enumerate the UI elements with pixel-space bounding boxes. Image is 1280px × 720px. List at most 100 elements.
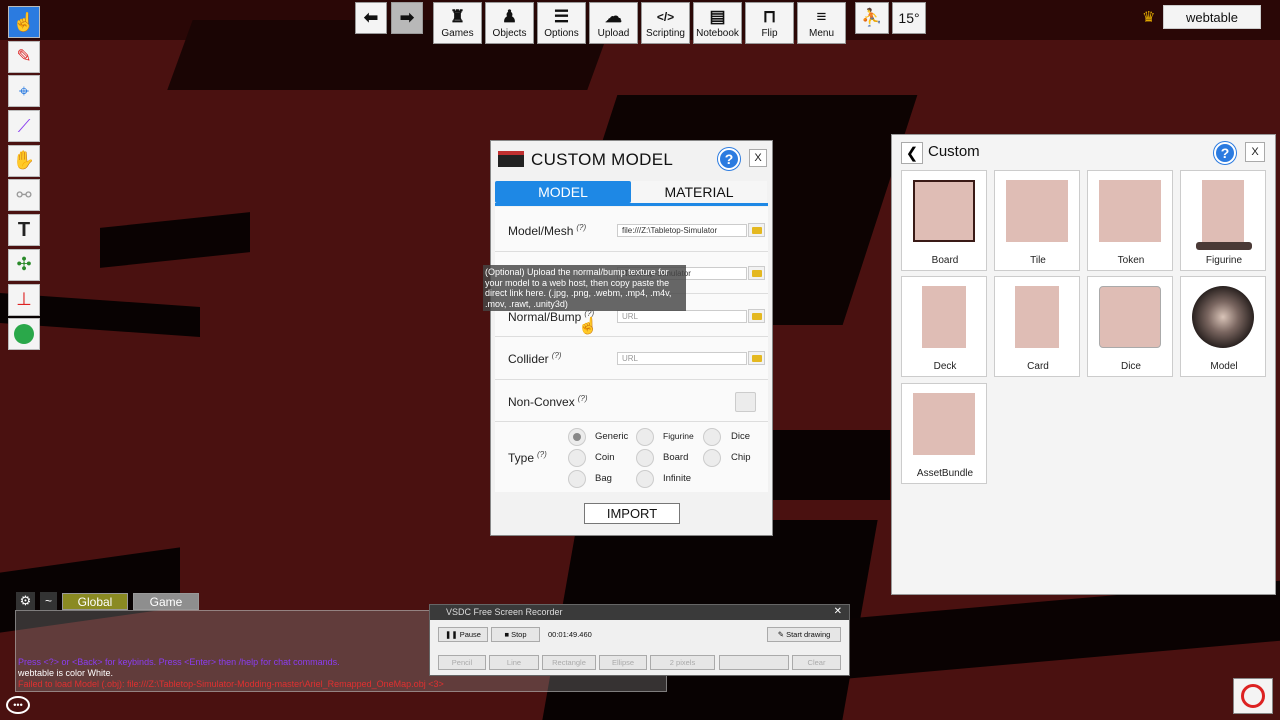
rectangle-tool[interactable]: Rectangle (542, 655, 596, 670)
import-button[interactable]: IMPORT (584, 503, 680, 524)
background-shadow (840, 580, 1280, 680)
type-hint[interactable]: (?) (537, 450, 547, 459)
custom-figurine-tile[interactable]: Figurine (1180, 170, 1266, 271)
custom-model-tile[interactable]: Model (1180, 276, 1266, 377)
chat-bubble-icon[interactable]: ••• (6, 696, 30, 714)
flip-button[interactable]: ⊓ Flip (745, 2, 794, 44)
non-convex-checkbox[interactable] (735, 392, 756, 412)
custom-board-tile[interactable]: Board (901, 170, 987, 271)
joint-icon[interactable]: ⚯ (8, 179, 40, 212)
custom-card-tile[interactable]: Card (994, 276, 1080, 377)
upload-button[interactable]: ☁ Upload (589, 2, 638, 44)
text-icon[interactable]: T (8, 214, 40, 247)
pointer-icon[interactable]: ☝ (8, 6, 40, 38)
start-drawing-button[interactable]: ✎ Start drawing (767, 627, 841, 642)
pause-button[interactable]: ❚❚ Pause (438, 627, 488, 642)
card-thumbnail (1015, 286, 1059, 348)
dialog-title: CUSTOM MODEL (531, 150, 674, 169)
custom-assetbundle-tile[interactable]: AssetBundle (901, 383, 987, 484)
radio-coin[interactable] (568, 449, 586, 467)
divider (495, 251, 768, 252)
folder-icon[interactable] (748, 351, 765, 365)
clear-button[interactable]: Clear (792, 655, 841, 670)
no-symbol-icon[interactable] (1233, 678, 1273, 714)
games-icon: ♜ (449, 7, 466, 26)
color-select[interactable] (719, 655, 789, 670)
chat-tab-global[interactable]: Global (62, 593, 128, 610)
snap-icon[interactable]: ⊥ (8, 283, 40, 316)
radio-label-generic: Generic (595, 431, 629, 442)
custom-token-tile[interactable]: Token (1087, 170, 1173, 271)
recorder-title: VSDC Free Screen Recorder (430, 605, 849, 620)
tab-underline (495, 203, 768, 206)
radio-infinite[interactable] (636, 470, 654, 488)
folder-icon[interactable] (748, 309, 765, 323)
background-shadow (100, 212, 250, 268)
ellipse-tool[interactable]: Ellipse (599, 655, 647, 670)
custom-tile-tile[interactable]: Tile (994, 170, 1080, 271)
line-tool[interactable]: Line (489, 655, 539, 670)
games-button[interactable]: ♜ Games (433, 2, 482, 44)
assetbundle-thumbnail (913, 393, 975, 455)
line-width-select[interactable]: 2 pixels (650, 655, 715, 670)
back-arrow-icon[interactable]: ❮ (901, 142, 923, 164)
pencil-tool[interactable]: Pencil (438, 655, 486, 670)
chat-tilde-button[interactable]: ~ (40, 592, 57, 610)
radio-board[interactable] (636, 449, 654, 467)
chat-settings-gear-icon[interactable]: ⚙ (16, 592, 35, 610)
rotation-button[interactable]: 15° (892, 2, 926, 34)
radio-generic[interactable] (568, 428, 586, 446)
model-mesh-input[interactable]: file:///Z:\Tabletop-Simulator (617, 224, 747, 237)
normal-bump-input[interactable]: URL (617, 310, 747, 323)
stop-button[interactable]: ■ Stop (491, 627, 540, 642)
collider-label: Collider (?) (508, 351, 562, 366)
arrow-left-icon[interactable]: ⬅ (355, 2, 387, 34)
close-button[interactable]: X (749, 149, 767, 167)
upload-icon: ☁ (605, 7, 622, 26)
radio-bag[interactable] (568, 470, 586, 488)
tile-thumbnail (1006, 180, 1068, 242)
radio-label-chip: Chip (731, 452, 751, 463)
map-pin-icon[interactable]: ⌖ (8, 75, 40, 108)
lift-height-icon[interactable]: ⛹ (855, 2, 889, 34)
non-convex-hint[interactable]: (?) (578, 394, 588, 403)
custom-deck-tile[interactable]: Deck (901, 276, 987, 377)
gizmo-icon[interactable]: ✣ (8, 248, 40, 281)
arrow-right-icon[interactable]: ➡ (391, 2, 423, 34)
radio-label-coin: Coin (595, 452, 615, 463)
collider-input[interactable]: URL (617, 352, 747, 365)
model-mesh-hint[interactable]: (?) (576, 223, 586, 232)
custom-model-dialog: CUSTOM MODEL ? X MODEL MATERIAL Model/Me… (490, 140, 773, 536)
type-label: Type (?) (508, 450, 547, 465)
folder-icon[interactable] (748, 266, 765, 280)
help-icon[interactable]: ? (718, 148, 740, 170)
divider (495, 379, 768, 380)
collider-hint[interactable]: (?) (552, 351, 562, 360)
help-icon[interactable]: ? (1214, 142, 1236, 164)
dice-thumbnail (1099, 286, 1161, 348)
close-button[interactable]: X (1245, 142, 1265, 162)
menu-button[interactable]: ≡ Menu (797, 2, 846, 44)
chat-tab-game[interactable]: Game (133, 593, 199, 610)
tab-model[interactable]: MODEL (495, 181, 631, 203)
options-button[interactable]: ☰ Options (537, 2, 586, 44)
green-ball-icon[interactable] (8, 318, 40, 351)
line-icon[interactable]: ⟋ (8, 110, 40, 143)
radio-label-board: Board (663, 452, 689, 463)
notebook-button[interactable]: ▤ Notebook (693, 2, 742, 44)
custom-dice-tile[interactable]: Dice (1087, 276, 1173, 377)
radio-label-dice: Dice (731, 431, 751, 442)
radio-dice[interactable] (703, 428, 721, 446)
objects-button[interactable]: ♟ Objects (485, 2, 534, 44)
folder-icon[interactable] (748, 223, 765, 237)
menu-icon: ≡ (816, 7, 827, 26)
chat-message: Press <?> or <Back> for keybinds. Press … (18, 657, 340, 667)
pen-icon[interactable]: ✎ (8, 40, 40, 73)
tab-material[interactable]: MATERIAL (631, 181, 767, 203)
recorder-close-icon[interactable]: ✕ (834, 606, 842, 617)
scripting-button[interactable]: </> Scripting (641, 2, 690, 44)
radio-chip[interactable] (703, 449, 721, 467)
hand-icon[interactable]: ✋ (8, 144, 40, 177)
player-name[interactable]: webtable (1163, 5, 1261, 29)
radio-figurine[interactable] (636, 428, 654, 446)
